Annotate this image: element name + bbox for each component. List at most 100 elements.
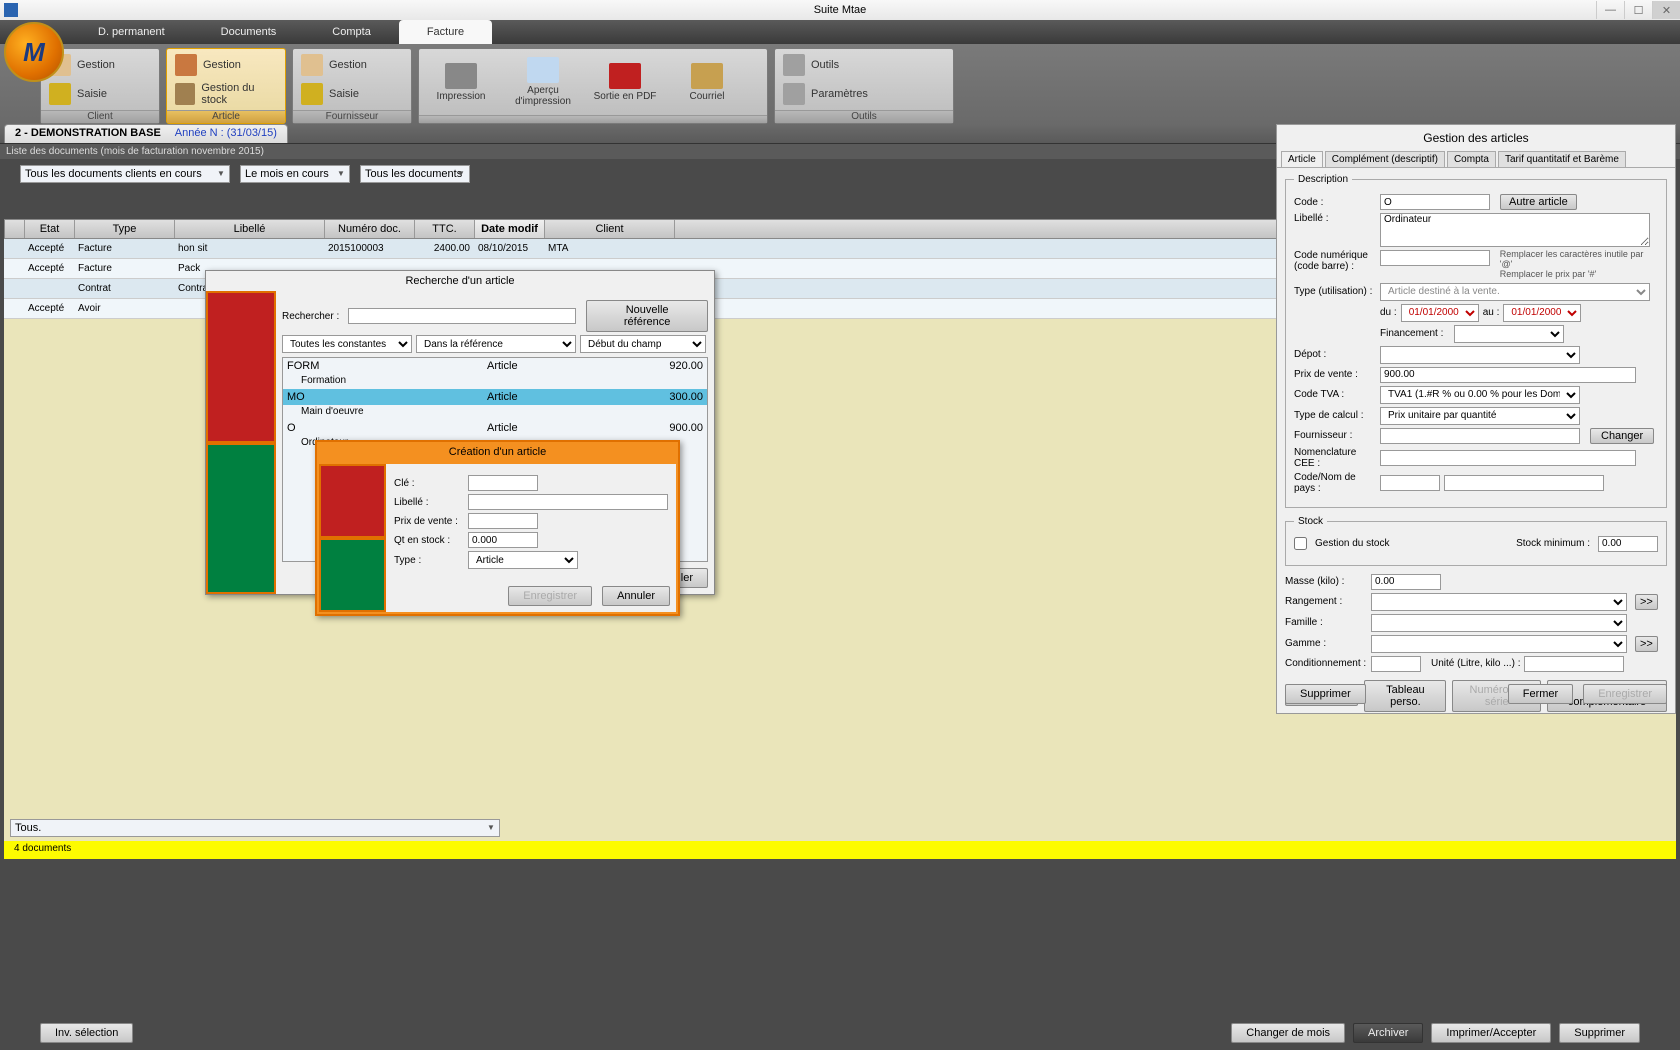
search-result-row[interactable]: FORMArticle920.00 Formation [283, 358, 707, 389]
masse-input[interactable] [1371, 574, 1441, 590]
barcode-input[interactable] [1380, 250, 1490, 266]
print-button[interactable]: Impression [421, 51, 501, 113]
col-libelle[interactable]: Libellé [175, 220, 325, 238]
stock-min-input[interactable] [1598, 536, 1658, 552]
ribbon: Gestion Saisie Client Gestion Gestion du… [0, 44, 1680, 124]
search-input[interactable] [348, 308, 577, 324]
cond-input[interactable] [1371, 656, 1421, 672]
col-etat[interactable]: Etat [25, 220, 75, 238]
financement-select[interactable] [1454, 325, 1564, 343]
archiver-button[interactable]: Archiver [1353, 1023, 1423, 1043]
search-result-row[interactable]: MOArticle300.00 Main d'oeuvre [283, 389, 707, 420]
preview-button[interactable]: Aperçu d'impression [503, 51, 583, 113]
tab-article[interactable]: Article [1281, 151, 1323, 167]
pdf-button[interactable]: Sortie en PDF [585, 51, 665, 113]
nomenclature-input[interactable] [1380, 450, 1636, 466]
filter-all-combo[interactable]: Tous les documents▼ [360, 165, 470, 183]
article-stock-button[interactable]: Gestion du stock [169, 80, 283, 108]
col-check[interactable] [5, 220, 25, 238]
rp-enregistrer-button[interactable]: Enregistrer [1583, 684, 1667, 704]
settings-button[interactable]: Paramètres [777, 80, 874, 108]
create-cle-input[interactable] [468, 475, 538, 491]
menu-facture[interactable]: Facture [399, 20, 492, 44]
gamme-more-button[interactable]: >> [1635, 636, 1658, 652]
col-type[interactable]: Type [75, 220, 175, 238]
type-select[interactable]: Article destiné à la vente. [1380, 283, 1650, 301]
tab-complement[interactable]: Complément (descriptif) [1325, 151, 1445, 167]
create-type-select[interactable]: Article [468, 551, 578, 569]
chevron-down-icon: ▼ [337, 169, 347, 179]
new-reference-button[interactable]: Nouvelle référence [586, 300, 708, 332]
col-date[interactable]: Date modif [475, 220, 545, 238]
create-qt-input[interactable] [468, 532, 538, 548]
search-mode-select[interactable]: Début du champ [580, 335, 706, 353]
code-pays-input[interactable] [1380, 475, 1440, 491]
filter-bottom-combo[interactable]: Tous.▼ [10, 819, 500, 837]
changer-fournisseur-button[interactable]: Changer [1590, 428, 1654, 444]
fourn-gestion-button[interactable]: Gestion [295, 51, 373, 79]
code-input[interactable] [1380, 194, 1490, 210]
maximize-button[interactable]: ☐ [1624, 1, 1652, 19]
rp-supprimer-button[interactable]: Supprimer [1285, 684, 1366, 704]
tab-tarif[interactable]: Tarif quantitatif et Barème [1498, 151, 1626, 167]
inv-selection-button[interactable]: Inv. sélection [40, 1023, 133, 1043]
fourn-saisie-button[interactable]: Saisie [295, 80, 373, 108]
mail-button[interactable]: Courriel [667, 51, 747, 113]
panel-title: Gestion des articles [1277, 125, 1675, 151]
col-num[interactable]: Numéro doc. [325, 220, 415, 238]
stock-fieldset: Stock Gestion du stockStock minimum : [1285, 516, 1667, 566]
minimize-button[interactable]: — [1596, 1, 1624, 19]
create-prix-input[interactable] [468, 513, 538, 529]
ribbon-group-fournisseur: Gestion Saisie Fournisseur [292, 48, 412, 124]
filter-month-combo[interactable]: Le mois en cours▼ [240, 165, 350, 183]
gamme-select[interactable] [1371, 635, 1627, 653]
filter-docs-combo[interactable]: Tous les documents clients en cours▼ [20, 165, 230, 183]
tva-select[interactable]: TVA1 (1.#R % ou 0.00 % pour les Dom-Tom) [1380, 386, 1580, 404]
nom-pays-input[interactable] [1444, 475, 1604, 491]
tab-compta[interactable]: Compta [1447, 151, 1496, 167]
close-button[interactable]: ✕ [1652, 1, 1680, 19]
unite-input[interactable] [1524, 656, 1624, 672]
col-ttc[interactable]: TTC. [415, 220, 475, 238]
supprimer-button[interactable]: Supprimer [1559, 1023, 1640, 1043]
ribbon-footer-client: Client [41, 110, 159, 123]
ribbon-footer-fournisseur: Fournisseur [293, 110, 411, 123]
article-gestion-button[interactable]: Gestion [169, 51, 283, 79]
depot-select[interactable] [1380, 346, 1580, 364]
portrait-icon [208, 293, 274, 441]
rp-fermer-button[interactable]: Fermer [1508, 684, 1573, 704]
col-client[interactable]: Client [545, 220, 675, 238]
create-cancel-button[interactable]: Annuler [602, 586, 670, 606]
pencil-icon [301, 83, 323, 105]
prix-vente-input[interactable] [1380, 367, 1636, 383]
search-in-select[interactable]: Dans la référence [416, 335, 576, 353]
dialog-title: Recherche d'un article [206, 271, 714, 291]
tools-button[interactable]: Outils [777, 51, 874, 79]
create-libelle-input[interactable] [468, 494, 668, 510]
autre-article-button[interactable]: Autre article [1500, 194, 1577, 210]
pdf-icon [609, 63, 641, 89]
imprimer-accepter-button[interactable]: Imprimer/Accepter [1431, 1023, 1551, 1043]
ribbon-footer-article: Article [167, 110, 285, 123]
menu-documents[interactable]: Documents [193, 20, 305, 44]
libelle-textarea[interactable]: Ordinateur [1380, 213, 1650, 247]
chevron-down-icon: ▼ [457, 169, 467, 179]
shelves-icon [175, 83, 195, 105]
app-logo[interactable]: M [4, 22, 64, 82]
rangement-more-button[interactable]: >> [1635, 594, 1658, 610]
printer-icon [445, 63, 477, 89]
rangement-select[interactable] [1371, 593, 1627, 611]
changer-mois-button[interactable]: Changer de mois [1231, 1023, 1345, 1043]
fournisseur-input[interactable] [1380, 428, 1580, 444]
famille-select[interactable] [1371, 614, 1627, 632]
client-saisie-button[interactable]: Saisie [43, 80, 121, 108]
calc-select[interactable]: Prix unitaire par quantité [1380, 407, 1580, 425]
base-tab[interactable]: 2 - DEMONSTRATION BASE Année N : (31/03/… [4, 124, 288, 143]
create-save-button[interactable]: Enregistrer [508, 586, 592, 606]
date-du-select[interactable]: 01/01/2000 [1401, 304, 1479, 322]
menu-compta[interactable]: Compta [304, 20, 399, 44]
search-scope-select[interactable]: Toutes les constantes [282, 335, 412, 353]
date-au-select[interactable]: 01/01/2000 [1503, 304, 1581, 322]
menu-dpermanent[interactable]: D. permanent [70, 20, 193, 44]
gestion-stock-checkbox[interactable] [1294, 537, 1307, 550]
